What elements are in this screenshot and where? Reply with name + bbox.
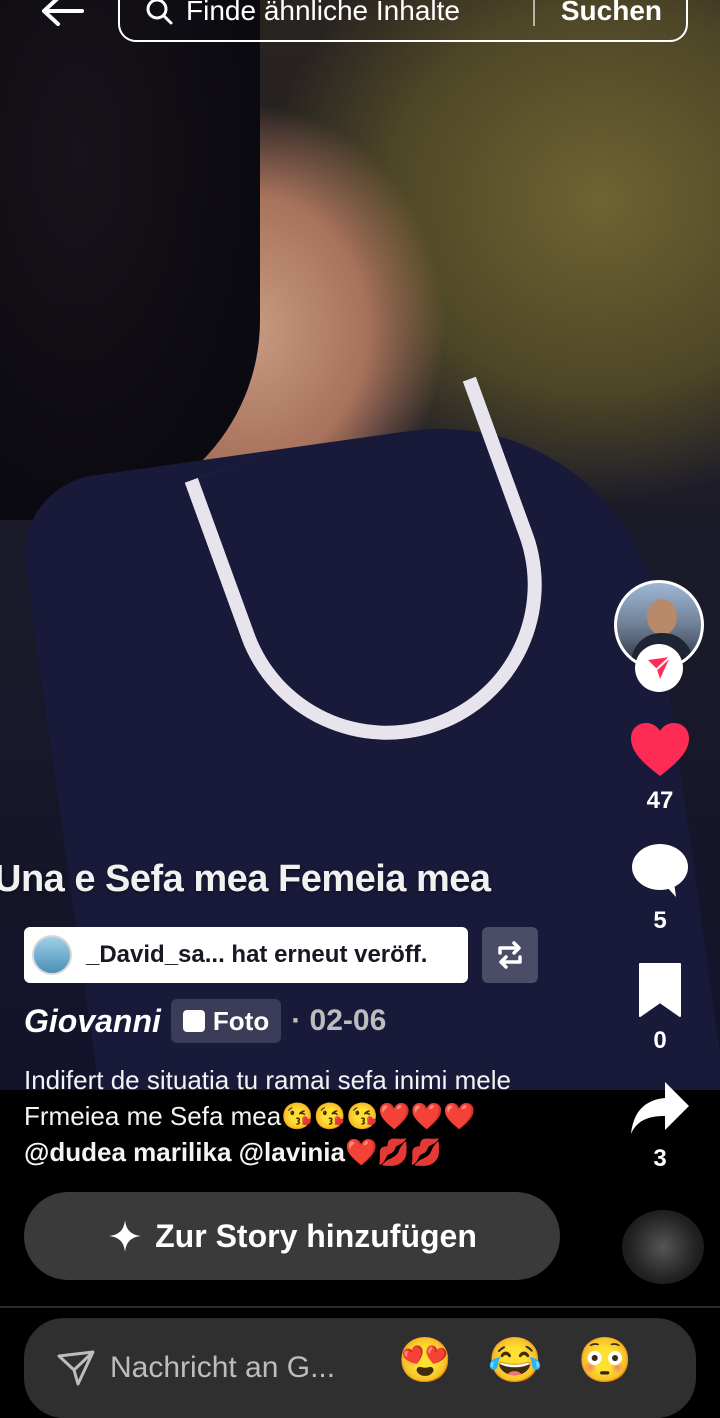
photo-hair — [0, 0, 260, 520]
emoji-laughing-button[interactable]: 😂 — [470, 1334, 560, 1386]
like-count: 47 — [646, 787, 674, 814]
bookmark-count: 0 — [653, 1027, 667, 1054]
send-arrow-icon — [648, 656, 671, 679]
emoji-flushed-button[interactable]: 😳 — [560, 1334, 650, 1386]
author-name[interactable]: Giovanni — [24, 1003, 161, 1040]
follow-button[interactable] — [635, 644, 683, 692]
repost-button[interactable] — [482, 927, 538, 983]
message-input[interactable]: Nachricht an G... — [110, 1351, 380, 1385]
like-button[interactable]: 47 — [620, 722, 700, 815]
add-to-story-button[interactable]: Zur Story hinzufügen — [24, 1192, 560, 1280]
post-date: · 02-06 — [291, 1004, 387, 1037]
post-meta: Giovanni Foto · 02-06 — [24, 999, 386, 1043]
sparkle-icon — [109, 1220, 142, 1252]
caption-text: Indifert de situatia tu ramai sefa inimi… — [24, 1065, 511, 1131]
bookmark-icon — [639, 963, 681, 1017]
mention-dudea[interactable]: @dudea marilika — [24, 1137, 231, 1167]
add-to-story-label: Zur Story hinzufügen — [155, 1217, 477, 1254]
comment-icon — [632, 844, 688, 897]
comment-count: 5 — [653, 907, 667, 934]
photo-overlay-text: Una e Sefa mea Femeia mea — [0, 858, 491, 900]
search-input[interactable]: Finde ähnliche Inhalte — [186, 0, 533, 27]
bookmark-button[interactable]: 0 — [620, 962, 700, 1055]
caption-end: ❤️💋💋 — [344, 1137, 443, 1167]
post-caption[interactable]: Indifert de situatia tu ramai sefa inimi… — [24, 1062, 564, 1170]
photo-icon — [182, 1010, 205, 1032]
repost-icon — [498, 941, 522, 969]
heart-icon — [631, 723, 689, 776]
post-type-badge: Foto — [170, 999, 282, 1043]
back-arrow-icon[interactable] — [40, 0, 84, 26]
music-disc[interactable] — [622, 1210, 704, 1284]
share-count: 3 — [653, 1145, 667, 1172]
emoji-heart-eyes-button[interactable]: 😍 — [380, 1334, 470, 1386]
post-type-label: Foto — [212, 1005, 270, 1036]
reposter-avatar — [32, 935, 72, 975]
comment-button[interactable]: 5 — [620, 842, 700, 935]
share-icon — [631, 1082, 689, 1134]
bottom-divider — [0, 1306, 720, 1308]
share-button[interactable]: 3 — [620, 1080, 700, 1173]
avatar-face — [647, 599, 677, 635]
search-icon — [146, 0, 173, 25]
search-button[interactable]: Suchen — [535, 0, 686, 27]
mention-lavinia[interactable]: @lavinia — [239, 1137, 345, 1167]
repost-text: _David_sa... hat erneut veröff. — [86, 941, 428, 968]
message-bar[interactable]: Nachricht an G... 😍 😂 😳 — [24, 1318, 696, 1418]
send-icon — [57, 1350, 95, 1386]
repost-banner[interactable]: _David_sa... hat erneut veröff. — [24, 927, 468, 983]
search-bar[interactable]: Finde ähnliche Inhalte Suchen — [118, 0, 688, 42]
